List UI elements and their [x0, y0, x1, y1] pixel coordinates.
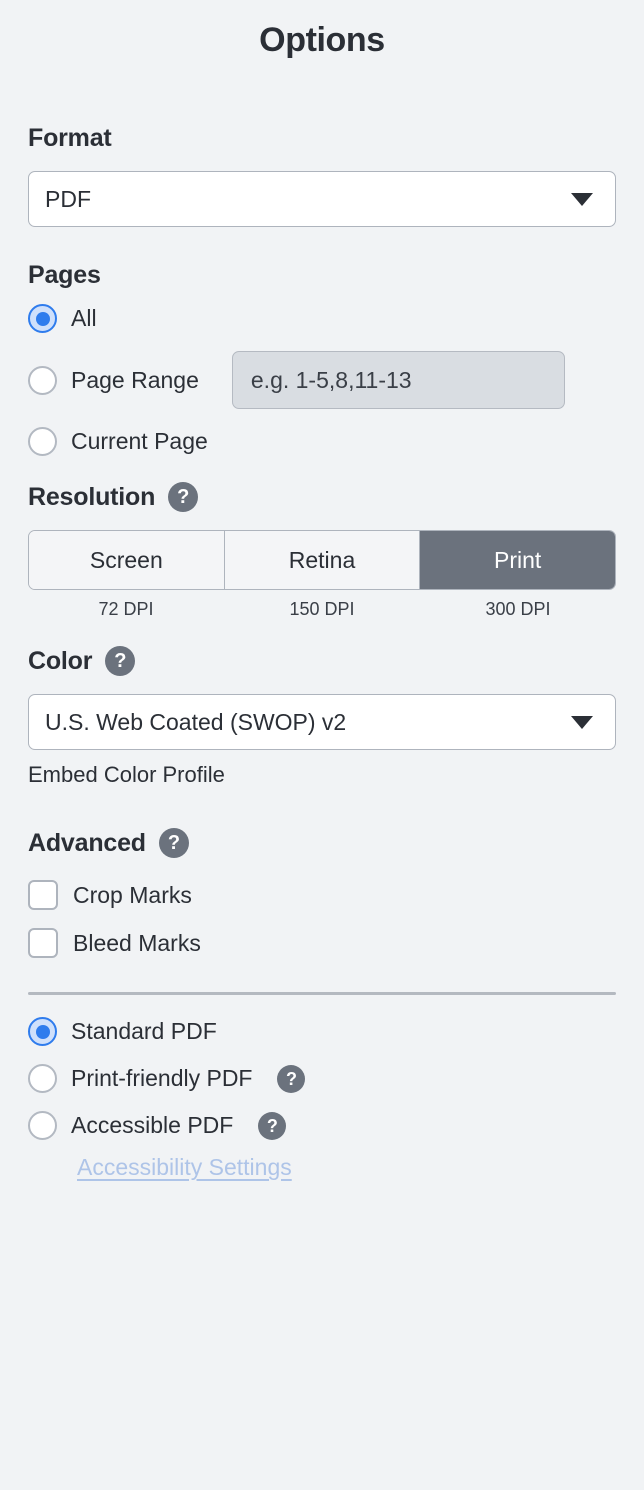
pages-heading-label: Pages [28, 261, 101, 289]
help-icon[interactable]: ? [105, 646, 136, 676]
resolution-heading-label: Resolution [28, 482, 156, 511]
resolution-segmented-control: Screen Retina Print [28, 530, 616, 590]
dpi-label-retina: 150 DPI [289, 599, 355, 619]
help-icon[interactable]: ? [158, 828, 189, 858]
format-heading: Format [28, 124, 616, 153]
chevron-down-icon [571, 192, 593, 206]
radio-label: Accessible PDF [71, 1112, 234, 1138]
accessibility-settings-link[interactable]: Accessibility Settings [77, 1154, 292, 1181]
pages-section: Pages All Page Range e.g. 1-5,8,11-13 Cu… [0, 261, 644, 456]
radio-label: Standard PDF [71, 1018, 217, 1044]
color-heading: Color ? [28, 646, 616, 676]
advanced-section: Advanced ? Crop Marks Bleed Marks [0, 828, 644, 958]
pdf-type-section: Standard PDF Print-friendly PDF ? Access… [0, 1017, 644, 1181]
section-divider [28, 992, 616, 995]
radio-indicator [28, 304, 57, 333]
checkbox-label: Bleed Marks [73, 929, 201, 956]
checkbox-bleed-marks[interactable]: Bleed Marks [28, 928, 616, 958]
pages-heading: Pages [28, 261, 616, 290]
segment-retina[interactable]: Retina [224, 531, 421, 589]
color-heading-label: Color [28, 646, 93, 675]
dpi-label-screen: 72 DPI [98, 599, 154, 619]
format-heading-label: Format [28, 124, 112, 152]
help-icon[interactable]: ? [168, 482, 199, 512]
segment-print[interactable]: Print [420, 531, 615, 589]
radio-indicator [28, 365, 57, 395]
resolution-section: Resolution ? Screen Retina Print 72 DPI … [0, 482, 644, 620]
radio-standard-pdf[interactable]: Standard PDF [28, 1017, 616, 1046]
chevron-down-icon [571, 715, 593, 729]
checkbox-label: Crop Marks [73, 881, 192, 908]
radio-label: Page Range [71, 366, 199, 393]
format-select[interactable]: PDF [28, 171, 616, 227]
dpi-labels: 72 DPI 150 DPI 300 DPI [28, 599, 616, 620]
radio-accessible-pdf[interactable]: Accessible PDF ? [28, 1111, 616, 1140]
radio-print-friendly-pdf[interactable]: Print-friendly PDF ? [28, 1064, 616, 1093]
color-profile-select[interactable]: U.S. Web Coated (SWOP) v2 [28, 694, 616, 750]
format-section: Format PDF [0, 124, 644, 227]
radio-indicator [28, 1017, 57, 1046]
advanced-heading-label: Advanced [28, 828, 146, 857]
radio-pages-current-page[interactable]: Current Page [28, 427, 616, 456]
help-icon[interactable]: ? [258, 1111, 287, 1140]
accessibility-settings-row: Accessibility Settings [28, 1154, 616, 1181]
dpi-label-print: 300 DPI [485, 599, 551, 619]
options-panel: Options Format PDF Pages All Page Range … [0, 0, 644, 1490]
radio-indicator [28, 427, 57, 456]
radio-label: Print-friendly PDF [71, 1065, 253, 1091]
page-title: Options [259, 21, 385, 59]
resolution-heading: Resolution ? [28, 482, 616, 512]
radio-label: All [71, 305, 97, 331]
radio-pages-all[interactable]: All [28, 304, 616, 333]
checkbox-crop-marks[interactable]: Crop Marks [28, 880, 616, 910]
color-profile-select-value: U.S. Web Coated (SWOP) v2 [45, 708, 347, 735]
embed-color-profile-label[interactable]: Embed Color Profile [28, 762, 616, 788]
checkbox-indicator [28, 880, 58, 910]
radio-pages-page-range[interactable]: Page Range e.g. 1-5,8,11-13 [28, 351, 616, 409]
advanced-heading: Advanced ? [28, 828, 616, 858]
format-select-value: PDF [45, 185, 91, 212]
radio-indicator [28, 1111, 57, 1140]
help-icon[interactable]: ? [277, 1064, 306, 1093]
radio-label: Current Page [71, 428, 208, 454]
segment-screen[interactable]: Screen [29, 531, 225, 589]
page-range-input[interactable]: e.g. 1-5,8,11-13 [231, 351, 565, 409]
checkbox-indicator [28, 928, 58, 958]
radio-indicator [28, 1064, 57, 1093]
color-section: Color ? U.S. Web Coated (SWOP) v2 Embed … [0, 646, 644, 788]
